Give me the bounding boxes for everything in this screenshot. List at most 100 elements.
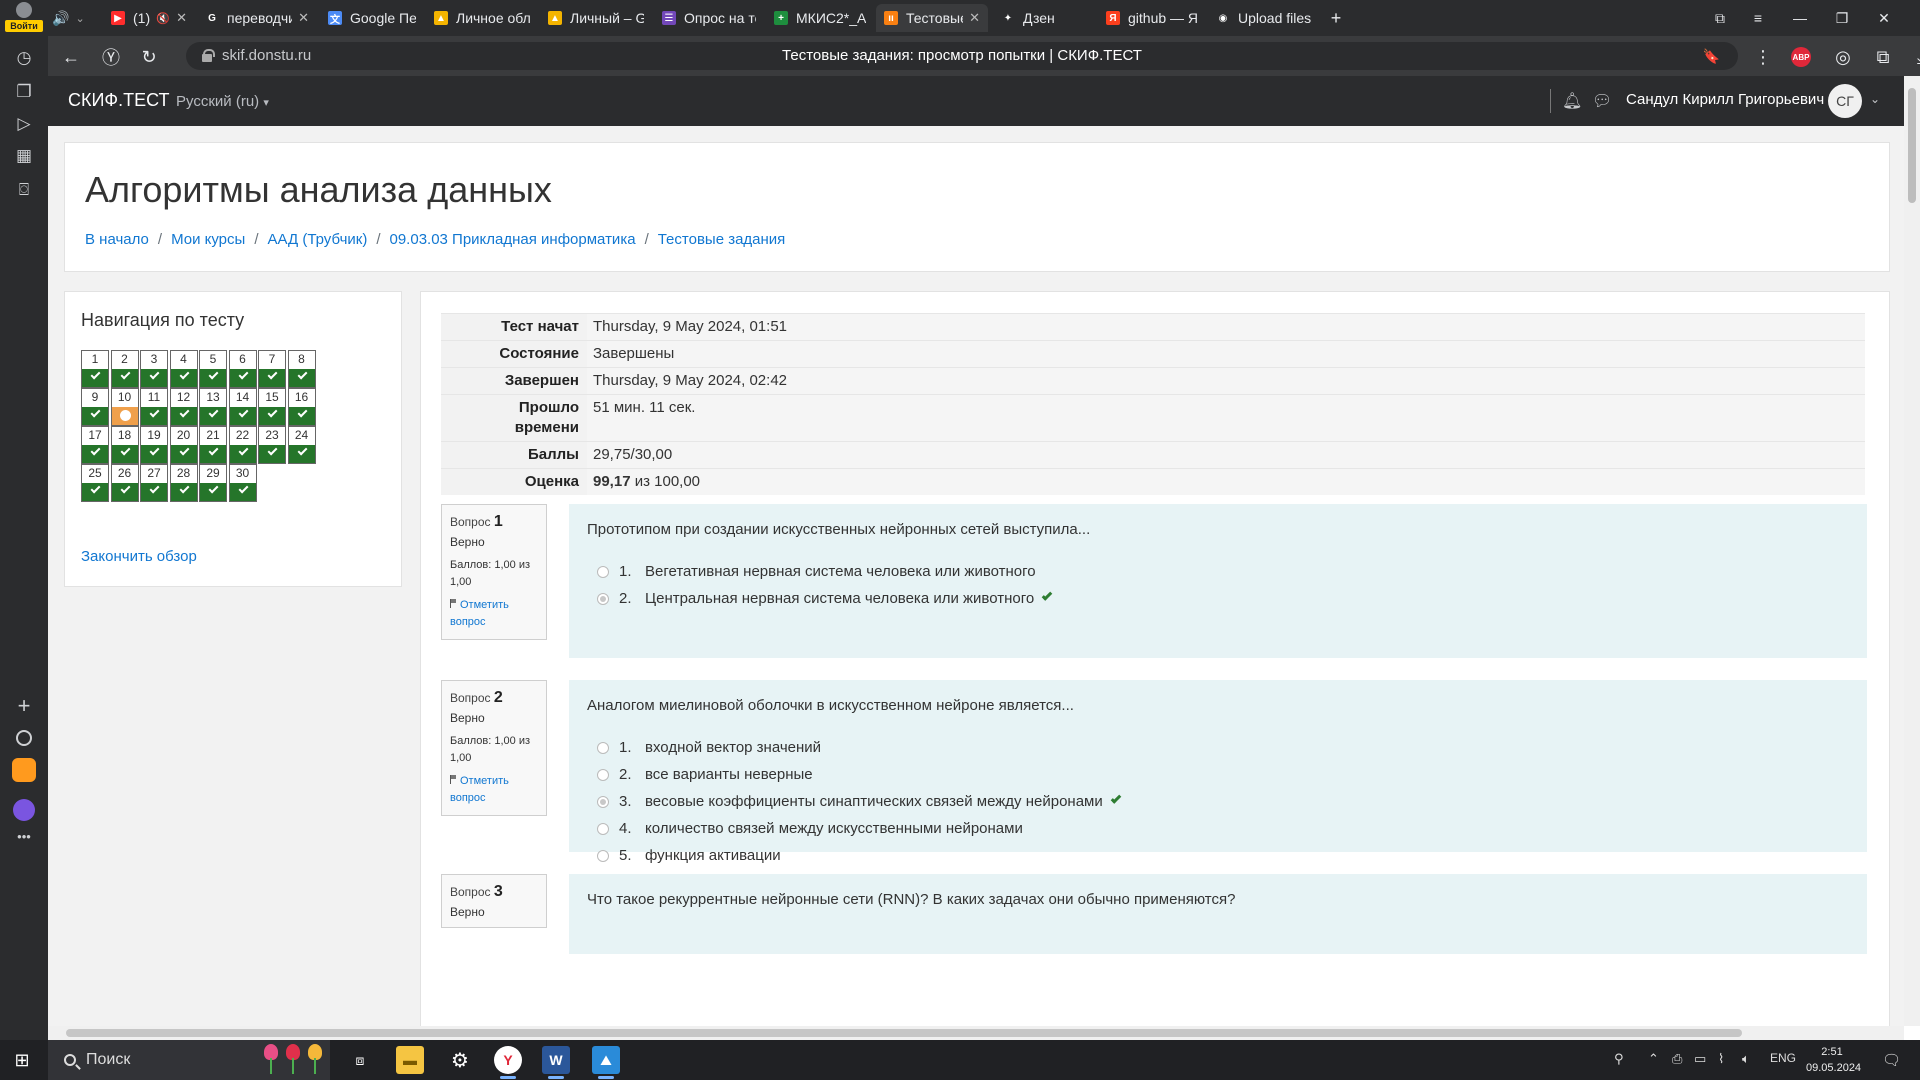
- close-tab-icon[interactable]: ✕: [298, 10, 309, 26]
- minimize-icon[interactable]: —: [1782, 4, 1818, 32]
- question-nav-button[interactable]: 18: [110, 426, 139, 464]
- tab-3[interactable]: 文 Google Перево: [320, 4, 424, 32]
- display-icon[interactable]: ▭: [1694, 1051, 1706, 1067]
- back-icon[interactable]: ←: [58, 44, 84, 70]
- tab-9[interactable]: ✦ Дзен: [993, 4, 1093, 32]
- chevron-down-icon[interactable]: ⌄: [1870, 92, 1880, 106]
- collections-toolbar-icon[interactable]: ⧉: [1870, 44, 1896, 70]
- tab-sound-icon[interactable]: 🔊 ⌄: [48, 4, 88, 32]
- scrollbar-thumb[interactable]: [66, 1029, 1742, 1037]
- answer-radio[interactable]: [597, 849, 609, 862]
- yandex-browser-icon[interactable]: Y: [494, 1046, 522, 1079]
- extension-icon[interactable]: ◎: [1830, 44, 1856, 70]
- windows-start-icon[interactable]: ⊞: [8, 1046, 36, 1074]
- question-nav-button[interactable]: 21: [199, 426, 227, 464]
- question-nav-button[interactable]: 30: [228, 464, 257, 502]
- question-nav-button[interactable]: 17: [81, 426, 109, 464]
- question-nav-button[interactable]: 9: [81, 388, 109, 426]
- question-nav-button[interactable]: 26: [110, 464, 139, 502]
- language-menu[interactable]: Русский (ru) ▾: [176, 93, 269, 110]
- word-icon[interactable]: W: [542, 1046, 570, 1079]
- question-nav-button[interactable]: 27: [140, 464, 168, 502]
- question-nav-button[interactable]: 16: [287, 388, 316, 426]
- screenshot-icon[interactable]: ⌼: [10, 176, 38, 204]
- close-icon[interactable]: ✕: [1866, 4, 1902, 32]
- close-tab-icon[interactable]: ✕: [969, 10, 980, 26]
- tab-5[interactable]: ▲ Личный – Goo: [540, 4, 652, 32]
- breadcrumb-link[interactable]: 09.03.03 Прикладная информатика: [390, 231, 636, 248]
- calendar-icon[interactable]: ▦: [10, 142, 38, 170]
- yandex-icon[interactable]: Ⓨ: [98, 44, 124, 70]
- flag-question-link[interactable]: Отметить вопрос: [450, 597, 538, 631]
- tab-manager-icon[interactable]: ⧉: [1702, 4, 1738, 32]
- tab-6[interactable]: ☰ Опрос на тему: [654, 4, 764, 32]
- question-nav-button[interactable]: 10: [110, 388, 139, 426]
- system-clock[interactable]: 2:51 09.05.2024: [1806, 1044, 1861, 1076]
- more-icon[interactable]: •••: [10, 822, 38, 850]
- tab-2[interactable]: Gпереводчик - Г ✕: [197, 4, 317, 32]
- network-icon[interactable]: ⌇: [1718, 1051, 1724, 1067]
- close-tab-icon[interactable]: ✕: [176, 10, 187, 26]
- usb-icon[interactable]: ⎙: [1672, 1051, 1682, 1067]
- breadcrumb-link[interactable]: Тестовые задания: [658, 231, 786, 248]
- question-nav-button[interactable]: 11: [140, 388, 168, 426]
- site-brand[interactable]: СКИФ.ТЕСТ: [68, 90, 170, 111]
- file-explorer-icon[interactable]: ▬: [396, 1046, 424, 1074]
- question-nav-button[interactable]: 19: [140, 426, 168, 464]
- question-nav-button[interactable]: 2: [110, 350, 139, 388]
- question-nav-button[interactable]: 6: [228, 350, 257, 388]
- question-nav-button[interactable]: 8: [287, 350, 316, 388]
- menu-icon[interactable]: ≡: [1740, 4, 1776, 32]
- tab-10[interactable]: Яgithub — Яндек: [1098, 4, 1206, 32]
- breadcrumb-link[interactable]: Мои курсы: [171, 231, 245, 248]
- finish-review-link[interactable]: Закончить обзор: [81, 548, 197, 565]
- maximize-icon[interactable]: ❐: [1824, 4, 1860, 32]
- alice-icon[interactable]: [10, 724, 38, 752]
- answer-radio[interactable]: [597, 768, 609, 781]
- login-button[interactable]: Войти: [3, 2, 45, 32]
- question-nav-button[interactable]: 22: [228, 426, 257, 464]
- volume-icon[interactable]: 🔈︎: [1742, 1051, 1750, 1067]
- settings-gear-icon[interactable]: ⚙: [446, 1046, 474, 1074]
- answer-radio[interactable]: [597, 741, 609, 754]
- question-nav-button[interactable]: 4: [169, 350, 198, 388]
- answer-radio[interactable]: [597, 565, 609, 578]
- messenger-icon[interactable]: [10, 796, 38, 824]
- vertical-scrollbar[interactable]: [1904, 76, 1920, 1026]
- question-nav-button[interactable]: 25: [81, 464, 109, 502]
- question-nav-button[interactable]: 15: [258, 388, 286, 426]
- answer-radio[interactable]: [597, 592, 609, 605]
- new-tab-icon[interactable]: +: [1318, 4, 1354, 32]
- photos-icon[interactable]: ⛰: [592, 1046, 620, 1079]
- address-field[interactable]: skif.donstu.ru Тестовые задания: просмот…: [186, 42, 1738, 70]
- chevron-up-icon[interactable]: ⌃: [1648, 1051, 1659, 1067]
- kebab-icon[interactable]: ⋮: [1750, 44, 1776, 70]
- question-nav-button[interactable]: 13: [199, 388, 227, 426]
- question-nav-button[interactable]: 28: [169, 464, 198, 502]
- notifications-bell-icon[interactable]: 🔔︎: [1562, 91, 1582, 111]
- question-nav-button[interactable]: 29: [199, 464, 227, 502]
- collections-icon[interactable]: ❐: [10, 78, 38, 106]
- video-icon[interactable]: ▷: [10, 110, 38, 138]
- notifications-icon[interactable]: 🗨︎: [1882, 1051, 1901, 1069]
- bookmark-icon[interactable]: 🔖: [1703, 48, 1720, 65]
- flag-question-link[interactable]: Отметить вопрос: [450, 773, 538, 807]
- user-name[interactable]: Сандул Кирилл Григорьевич: [1626, 91, 1824, 108]
- download-icon[interactable]: ⤓: [1908, 44, 1920, 70]
- scrollbar-thumb[interactable]: [1908, 88, 1916, 203]
- avatar[interactable]: СГ: [1828, 84, 1862, 118]
- tab-4[interactable]: ▲ Личное облачн: [426, 4, 538, 32]
- tab-8[interactable]: ıı Тестовые за ✕: [876, 4, 988, 32]
- question-nav-button[interactable]: 20: [169, 426, 198, 464]
- task-view-icon[interactable]: ⧈: [346, 1046, 374, 1074]
- muted-icon[interactable]: 🔇: [156, 12, 170, 25]
- question-nav-button[interactable]: 24: [287, 426, 316, 464]
- history-icon[interactable]: ◷: [10, 44, 38, 72]
- people-icon[interactable]: ⚲: [1614, 1051, 1624, 1067]
- adblock-icon[interactable]: ABP: [1788, 44, 1814, 70]
- answer-radio[interactable]: [597, 795, 609, 808]
- keyboard-language[interactable]: ENG: [1770, 1051, 1796, 1065]
- question-nav-button[interactable]: 14: [228, 388, 257, 426]
- question-nav-button[interactable]: 3: [140, 350, 168, 388]
- mail-app-icon[interactable]: [10, 756, 38, 784]
